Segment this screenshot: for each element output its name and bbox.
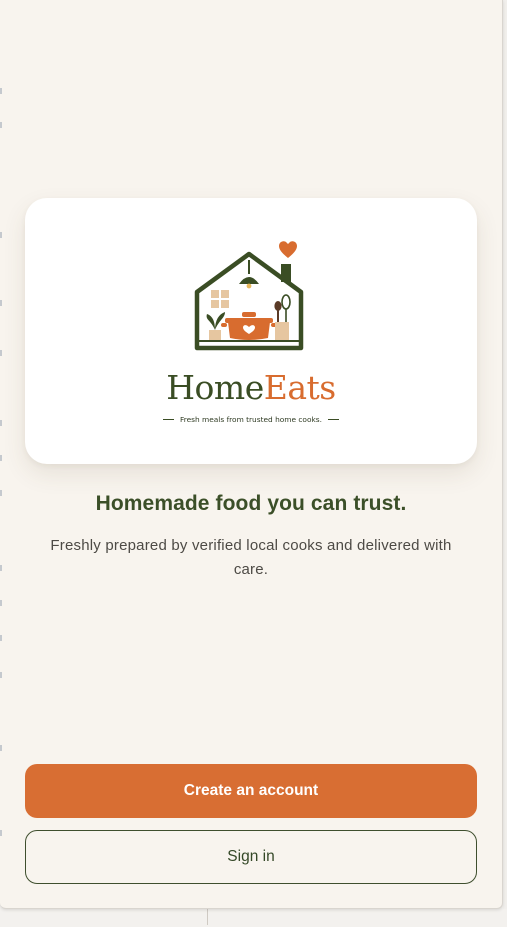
brand-tagline-row: Fresh meals from trusted home cooks. bbox=[137, 412, 365, 426]
tagline-dash-right bbox=[327, 418, 339, 420]
brand-name-home: Home bbox=[166, 368, 264, 407]
brand-name-eats: Eats bbox=[263, 368, 336, 407]
tagline-dash-left bbox=[163, 418, 175, 420]
host-divider bbox=[207, 909, 208, 925]
window-right-edge bbox=[503, 0, 507, 909]
sign-in-button[interactable]: Sign in bbox=[25, 830, 477, 884]
hero-headline: Homemade food you can trust. bbox=[95, 492, 407, 515]
house-with-cooking-pot-icon bbox=[194, 241, 304, 351]
logo-card: HomeEats Fresh meals from trusted home c… bbox=[25, 198, 477, 464]
brand-name: HomeEats bbox=[137, 370, 365, 406]
hero-subtext: Freshly prepared by verified local cooks… bbox=[50, 537, 452, 578]
app-screen: HomeEats Fresh meals from trusted home c… bbox=[0, 0, 503, 909]
create-account-button[interactable]: Create an account bbox=[25, 764, 477, 818]
homeeats-logo: HomeEats Fresh meals from trusted home c… bbox=[137, 220, 365, 442]
brand-tagline: Fresh meals from trusted home cooks. bbox=[180, 414, 322, 424]
host-bottom-strip bbox=[0, 909, 507, 927]
edge-markers bbox=[0, 0, 2, 908]
